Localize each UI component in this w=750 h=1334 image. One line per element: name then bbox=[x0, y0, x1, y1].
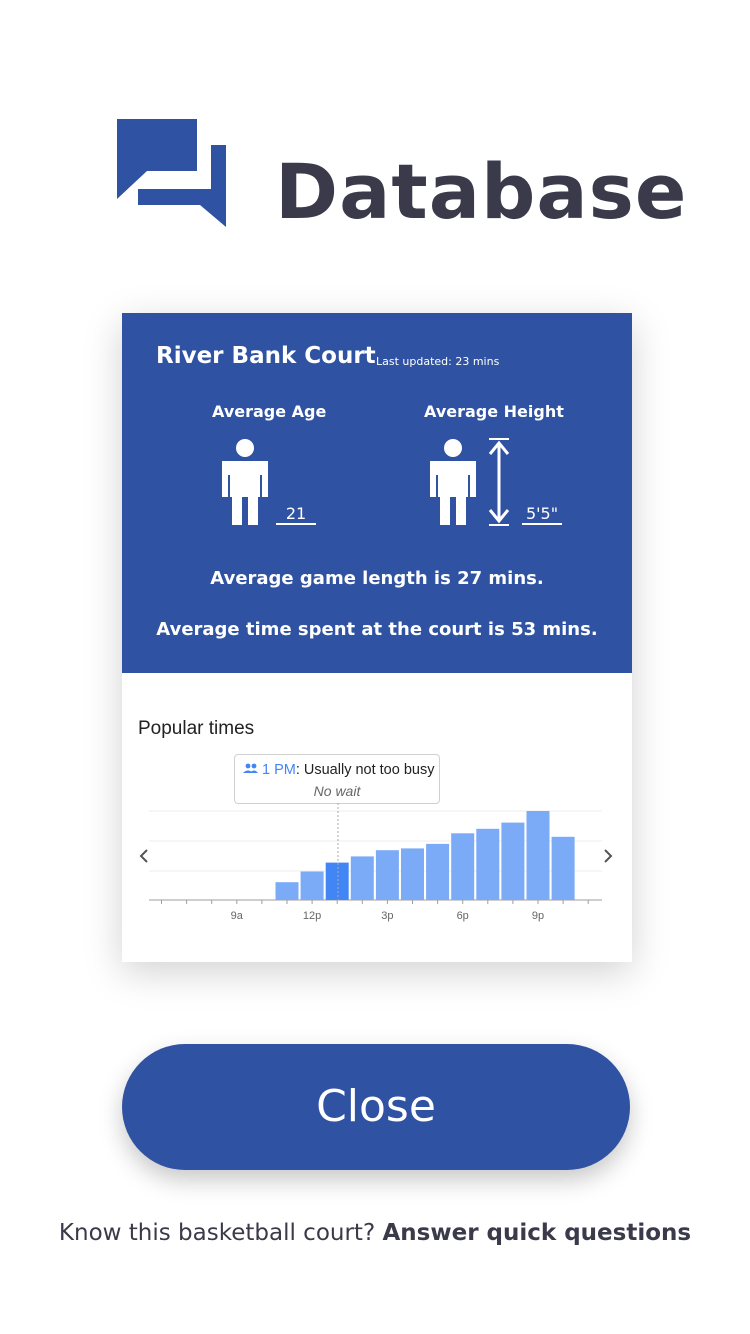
court-name: River Bank Court bbox=[156, 343, 376, 369]
chart-bar-5p[interactable] bbox=[426, 843, 450, 900]
chat-bubbles-icon bbox=[117, 119, 226, 227]
person-icon bbox=[430, 439, 476, 525]
app-title: Database bbox=[275, 147, 688, 236]
average-height-value: 5'5" bbox=[522, 504, 562, 525]
time-spent-text: Average time spent at the court is 53 mi… bbox=[156, 619, 598, 640]
person-icon bbox=[222, 439, 268, 525]
chart-bar-11a[interactable] bbox=[275, 882, 299, 900]
chart-bar-8p[interactable] bbox=[501, 822, 525, 900]
game-length-text: Average game length is 27 mins. bbox=[210, 568, 544, 589]
chart-bar-6p[interactable] bbox=[451, 833, 475, 901]
popular-times-tooltip: 1 PM: Usually not too busy No wait bbox=[234, 754, 440, 804]
footer-text: Know this basketball court? Answer quick… bbox=[0, 1220, 750, 1246]
height-arrow-icon bbox=[488, 438, 510, 526]
close-button[interactable]: Close bbox=[122, 1044, 630, 1170]
popular-times-title: Popular times bbox=[138, 718, 255, 739]
popular-times-chart: 9a 12p 3p 6p 9p bbox=[139, 803, 613, 922]
average-height-label: Average Height bbox=[424, 402, 564, 421]
chart-bar-12p[interactable] bbox=[300, 871, 324, 901]
average-age-value: 21 bbox=[276, 504, 316, 525]
court-card: River Bank Court Last updated: 23 mins A… bbox=[122, 313, 632, 962]
tooltip-wait: No wait bbox=[313, 783, 361, 799]
chart-bar-9p[interactable] bbox=[526, 811, 550, 900]
tooltip-status: : Usually not too busy bbox=[295, 762, 435, 778]
chart-bar-2p[interactable] bbox=[350, 856, 374, 900]
footer-prompt: Know this basketball court? bbox=[58, 1220, 383, 1246]
chart-prev-arrow[interactable] bbox=[139, 849, 148, 863]
chart-bar-10p[interactable] bbox=[551, 836, 575, 900]
chart-bar-7p[interactable] bbox=[476, 828, 500, 900]
chart-tick-label: 3p bbox=[381, 910, 393, 922]
chart-tick-label: 9p bbox=[532, 910, 544, 922]
average-age-label: Average Age bbox=[212, 402, 327, 421]
chart-bar-1p[interactable] bbox=[325, 862, 349, 900]
chart-next-arrow[interactable] bbox=[604, 849, 613, 863]
last-updated: Last updated: 23 mins bbox=[376, 355, 500, 368]
chart-bar-4p[interactable] bbox=[401, 848, 424, 900]
chart-tick-label: 9a bbox=[231, 910, 244, 922]
people-icon bbox=[243, 763, 258, 773]
chart-bar-3p[interactable] bbox=[375, 850, 399, 900]
tooltip-time: 1 PM bbox=[262, 762, 296, 778]
chart-tick-label: 6p bbox=[457, 910, 469, 922]
court-summary: River Bank Court Last updated: 23 mins A… bbox=[122, 313, 632, 673]
answer-questions-link[interactable]: Answer quick questions bbox=[382, 1220, 691, 1246]
chart-tick-label: 12p bbox=[303, 910, 321, 922]
